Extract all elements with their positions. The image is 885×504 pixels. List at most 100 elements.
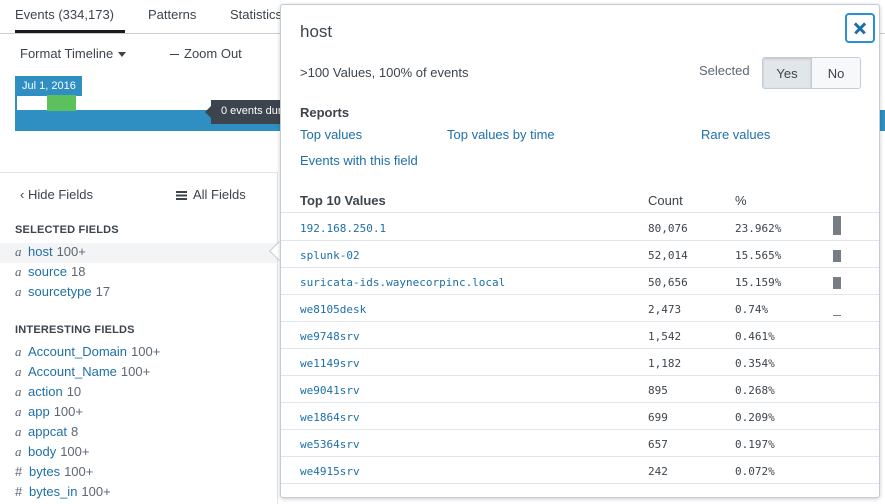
top-value-link[interactable]: we1149srv [300, 357, 360, 370]
top-value-bar [833, 277, 841, 289]
hide-fields-label: Hide Fields [27, 187, 93, 202]
tab-statistics[interactable]: Statistics [230, 7, 282, 22]
field-count: 10 [66, 384, 82, 399]
selected-no-button[interactable]: No [812, 58, 860, 88]
field-type-icon: a [15, 444, 22, 459]
field-name: bytes [29, 464, 61, 479]
field-count: 17 [95, 284, 111, 299]
field-name: sourcetype [28, 284, 92, 299]
selected-fields-title: SELECTED FIELDS [15, 224, 119, 236]
top-value-link[interactable]: we8105desk [300, 303, 366, 316]
timeline-selection[interactable] [47, 95, 76, 111]
chevron-left-icon: ‹ [20, 187, 25, 202]
report-top-values-by-time-link[interactable]: Top values by time [447, 127, 555, 142]
caret-down-icon [118, 52, 127, 58]
field-name: source [28, 264, 68, 279]
top-value-count: 242 [648, 465, 668, 478]
top-value-row[interactable]: suricata-ids.waynecorpinc.local 50,656 15.… [281, 268, 879, 295]
top-value-row[interactable]: we5364srv 657 0.197% [281, 430, 879, 457]
minus-icon [170, 53, 179, 56]
top-value-row[interactable]: we1149srv 1,182 0.354% [281, 349, 879, 376]
field-count: 100+ [53, 404, 83, 419]
top-values-header: Top 10 Values Count % [281, 191, 879, 213]
top-value-count: 895 [648, 384, 668, 397]
top-value-row[interactable]: we9041srv 895 0.268% [281, 376, 879, 403]
field-count: 100+ [56, 244, 86, 259]
top-value-row[interactable]: we9748srv 1,542 0.461% [281, 322, 879, 349]
field-item-bytes[interactable]: # bytes 100+ [0, 463, 277, 483]
interesting-fields-title: INTERESTING FIELDS [15, 324, 135, 336]
top-value-count: 50,656 [648, 276, 688, 289]
top-value-link[interactable]: we4915srv [300, 465, 360, 478]
field-count: 8 [71, 424, 79, 439]
field-name: body [28, 444, 57, 459]
top-value-row[interactable]: we1864srv 699 0.209% [281, 403, 879, 430]
top-value-percent: 0.74% [735, 303, 769, 316]
field-item-host[interactable]: a host 100+ [0, 243, 277, 263]
selected-toggle: Yes No [762, 57, 861, 89]
field-type-icon: a [15, 364, 22, 379]
top-value-link[interactable]: splunk-02 [300, 249, 360, 262]
field-item-bytes-in[interactable]: # bytes_in 100+ [0, 483, 277, 503]
top-value-bar [833, 250, 841, 262]
selected-yes-button[interactable]: Yes [763, 58, 812, 88]
top-value-count: 2,473 [648, 303, 682, 316]
top-value-row[interactable]: splunk-02 52,014 15.565% [281, 241, 879, 268]
active-tab-indicator [15, 30, 125, 33]
top-value-link[interactable]: we9748srv [300, 330, 360, 343]
top-value-percent: 0.209% [735, 411, 775, 424]
zoom-out-button[interactable]: Zoom Out [170, 46, 242, 61]
timeline-date-label: Jul 1, 2016 [15, 76, 82, 96]
top-value-row[interactable]: we8105desk 2,473 0.74% [281, 295, 879, 322]
field-name: Account_Domain [28, 344, 127, 359]
field-name: bytes_in [29, 484, 78, 499]
timeline-chart[interactable]: Jul 1, 2016 0 events during [15, 76, 885, 132]
field-summary-popover: host >100 Values, 100% of events Selecte… [280, 4, 880, 498]
top-value-link[interactable]: we9041srv [300, 384, 360, 397]
zoom-out-label: Zoom Out [184, 46, 242, 61]
top-value-count: 80,076 [648, 222, 688, 235]
field-item-body[interactable]: a body 100+ [0, 443, 277, 463]
all-fields-button[interactable]: All Fields [176, 187, 246, 202]
field-item-action[interactable]: a action 10 [0, 383, 277, 403]
field-item-account-domain[interactable]: a Account_Domain 100+ [0, 343, 277, 363]
field-name: app [28, 404, 50, 419]
report-top-values-link[interactable]: Top values [300, 127, 362, 142]
field-type-icon: a [15, 384, 22, 399]
field-count: 100+ [131, 344, 161, 359]
top-value-link[interactable]: we1864srv [300, 411, 360, 424]
field-count: 18 [71, 264, 86, 279]
top-value-row[interactable]: 192.168.250.1 80,076 23.962% [281, 214, 879, 241]
field-item-sourcetype[interactable]: a sourcetype 17 [0, 283, 277, 303]
report-rare-values-link[interactable]: Rare values [701, 127, 770, 142]
field-item-account-name[interactable]: a Account_Name 100+ [0, 363, 277, 383]
field-type-icon: a [15, 344, 22, 359]
field-count: 100+ [64, 464, 94, 479]
field-item-appcat[interactable]: a appcat 8 [0, 423, 277, 443]
close-icon[interactable] [845, 13, 875, 43]
hide-fields-button[interactable]: ‹ Hide Fields [20, 187, 93, 202]
format-timeline-label: Format Timeline [20, 46, 114, 61]
popover-footer-divider [281, 483, 879, 484]
top-value-percent: 15.565% [735, 249, 782, 262]
top-value-count: 657 [648, 438, 668, 451]
top-value-percent: 23.962% [735, 222, 782, 235]
top-value-link[interactable]: suricata-ids.waynecorpinc.local [300, 276, 505, 289]
tab-events[interactable]: Events (334,173) [15, 7, 114, 22]
top-value-percent: 0.072% [735, 465, 775, 478]
top-value-count: 52,014 [648, 249, 688, 262]
field-type-icon: # [15, 464, 23, 479]
format-timeline-button[interactable]: Format Timeline [20, 46, 127, 61]
top-value-count: 1,182 [648, 357, 682, 370]
top-value-link[interactable]: we5364srv [300, 438, 360, 451]
header-count: Count [648, 193, 683, 208]
events-with-field-link[interactable]: Events with this field [300, 153, 418, 168]
top-value-link[interactable]: 192.168.250.1 [300, 222, 386, 235]
all-fields-label: All Fields [193, 187, 246, 202]
selected-label: Selected [699, 63, 750, 78]
field-count: 100+ [81, 484, 111, 499]
top-value-row[interactable]: we4915srv 242 0.072% [281, 457, 879, 484]
field-item-source[interactable]: a source 18 [0, 263, 277, 283]
tab-patterns[interactable]: Patterns [148, 7, 196, 22]
field-item-app[interactable]: a app 100+ [0, 403, 277, 423]
